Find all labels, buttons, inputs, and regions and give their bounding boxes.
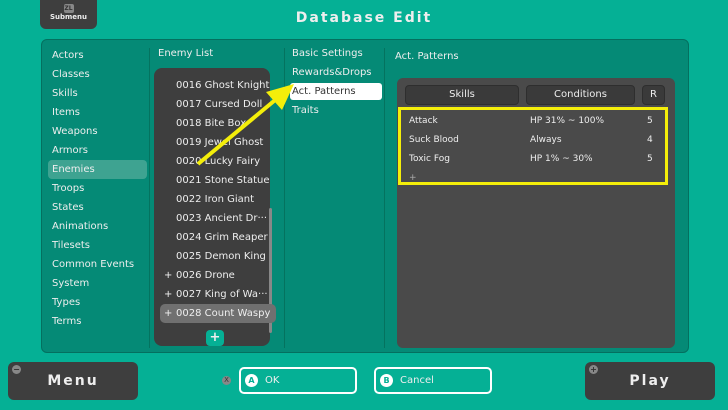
skill-name: Toxic Fog [409, 154, 450, 164]
tab-basic-settings[interactable]: Basic Settings [290, 45, 382, 62]
cancel-label: Cancel [400, 375, 434, 386]
pattern-row[interactable]: Toxic Fog HP 1% ~ 30% 5 [409, 150, 664, 169]
tab-rewards-drops[interactable]: Rewards&Drops [290, 64, 382, 81]
enemy-name: 0027 King of Wa··· [176, 289, 268, 300]
enemy-name: 0022 Iron Giant [176, 194, 255, 205]
database-panel: Enemy List 0016 Ghost Knight 0017 Cursed … [41, 39, 689, 353]
category-skills[interactable]: Skills [52, 84, 78, 103]
patterns-highlight: Attack HP 31% ~ 100% 5 Suck Blood Always 4 Tox… [398, 107, 668, 185]
enemy-list-item[interactable]: 0022 Iron Giant [176, 190, 266, 209]
add-enemy-button[interactable]: + [206, 330, 224, 346]
play-label: Play [629, 373, 671, 389]
category-weapons[interactable]: Weapons [52, 122, 98, 141]
enemy-name: 0025 Demon King [176, 251, 266, 262]
plus-icon: + [164, 270, 173, 281]
enemy-name: 0026 Drone [176, 270, 235, 281]
ok-label: OK [265, 375, 280, 386]
header-conditions[interactable]: Conditions [526, 85, 635, 105]
tab-act-patterns[interactable]: Act. Patterns [290, 83, 382, 100]
condition: HP 31% ~ 100% [530, 116, 605, 126]
divider [149, 48, 150, 348]
enemy-list-item[interactable]: 0025 Demon King [176, 247, 266, 266]
category-items[interactable]: Items [52, 103, 80, 122]
category-common-events[interactable]: Common Events [52, 255, 134, 274]
ok-button[interactable]: A OK [239, 367, 357, 394]
enemy-name: 0023 Ancient Dr··· [176, 213, 268, 224]
condition: Always [530, 135, 562, 145]
header-rating[interactable]: R [642, 85, 665, 105]
category-armors[interactable]: Armors [52, 141, 88, 160]
menu-label: Menu [47, 373, 99, 389]
play-button[interactable]: + Play [585, 362, 715, 400]
skill-name: Attack [409, 116, 438, 126]
rating: 5 [647, 154, 653, 164]
plus-key-icon: + [589, 365, 598, 374]
x-key-icon: X [222, 376, 231, 385]
minus-key-icon: − [12, 365, 21, 374]
category-troops[interactable]: Troops [52, 179, 84, 198]
category-types[interactable]: Types [52, 293, 80, 312]
enemy-list-title: Enemy List [158, 48, 214, 59]
category-tilesets[interactable]: Tilesets [52, 236, 90, 255]
pattern-row[interactable]: Attack HP 31% ~ 100% 5 [409, 112, 664, 131]
divider [384, 48, 385, 348]
category-states[interactable]: States [52, 198, 84, 217]
plus-icon: + [164, 308, 173, 319]
enemy-list-item[interactable]: 0023 Ancient Dr··· [176, 209, 268, 228]
category-classes[interactable]: Classes [52, 65, 90, 84]
enemy-list-item[interactable]: 0021 Stone Statue [176, 171, 270, 190]
enemy-list-item[interactable]: +0027 King of Wa··· [164, 285, 268, 304]
enemy-name: 0024 Grim Reaper [176, 232, 268, 243]
enemy-list-item[interactable]: 0024 Grim Reaper [176, 228, 268, 247]
skill-name: Suck Blood [409, 135, 459, 145]
category-terms[interactable]: Terms [52, 312, 81, 331]
category-enemies[interactable]: Enemies [48, 160, 147, 179]
pattern-row[interactable]: Suck Blood Always 4 [409, 131, 664, 150]
rating: 4 [647, 135, 653, 145]
tab-traits[interactable]: Traits [290, 102, 382, 119]
b-key-icon: B [380, 374, 393, 387]
enemy-name: 0028 Count Waspy [176, 308, 271, 319]
enemy-name: 0021 Stone Statue [176, 175, 270, 186]
a-key-icon: A [245, 374, 258, 387]
category-actors[interactable]: Actors [52, 46, 84, 65]
patterns-panel: Skills Conditions R Attack HP 31% ~ 100% 5… [397, 78, 675, 348]
category-animations[interactable]: Animations [52, 217, 108, 236]
enemy-list-item[interactable]: +0026 Drone [164, 266, 266, 285]
plus-icon: + [164, 289, 173, 300]
cancel-button[interactable]: B Cancel [374, 367, 492, 394]
rating: 5 [647, 116, 653, 126]
header-skills[interactable]: Skills [405, 85, 519, 105]
add-pattern-button[interactable]: + [409, 169, 417, 188]
enemy-list-item[interactable]: +0028 Count Waspy [160, 304, 276, 323]
menu-button[interactable]: − Menu [8, 362, 138, 400]
category-system[interactable]: System [52, 274, 89, 293]
page-title: Database Edit [295, 10, 433, 26]
patterns-title: Act. Patterns [395, 51, 459, 62]
condition: HP 1% ~ 30% [530, 154, 593, 164]
yellow-arrow [196, 84, 294, 166]
